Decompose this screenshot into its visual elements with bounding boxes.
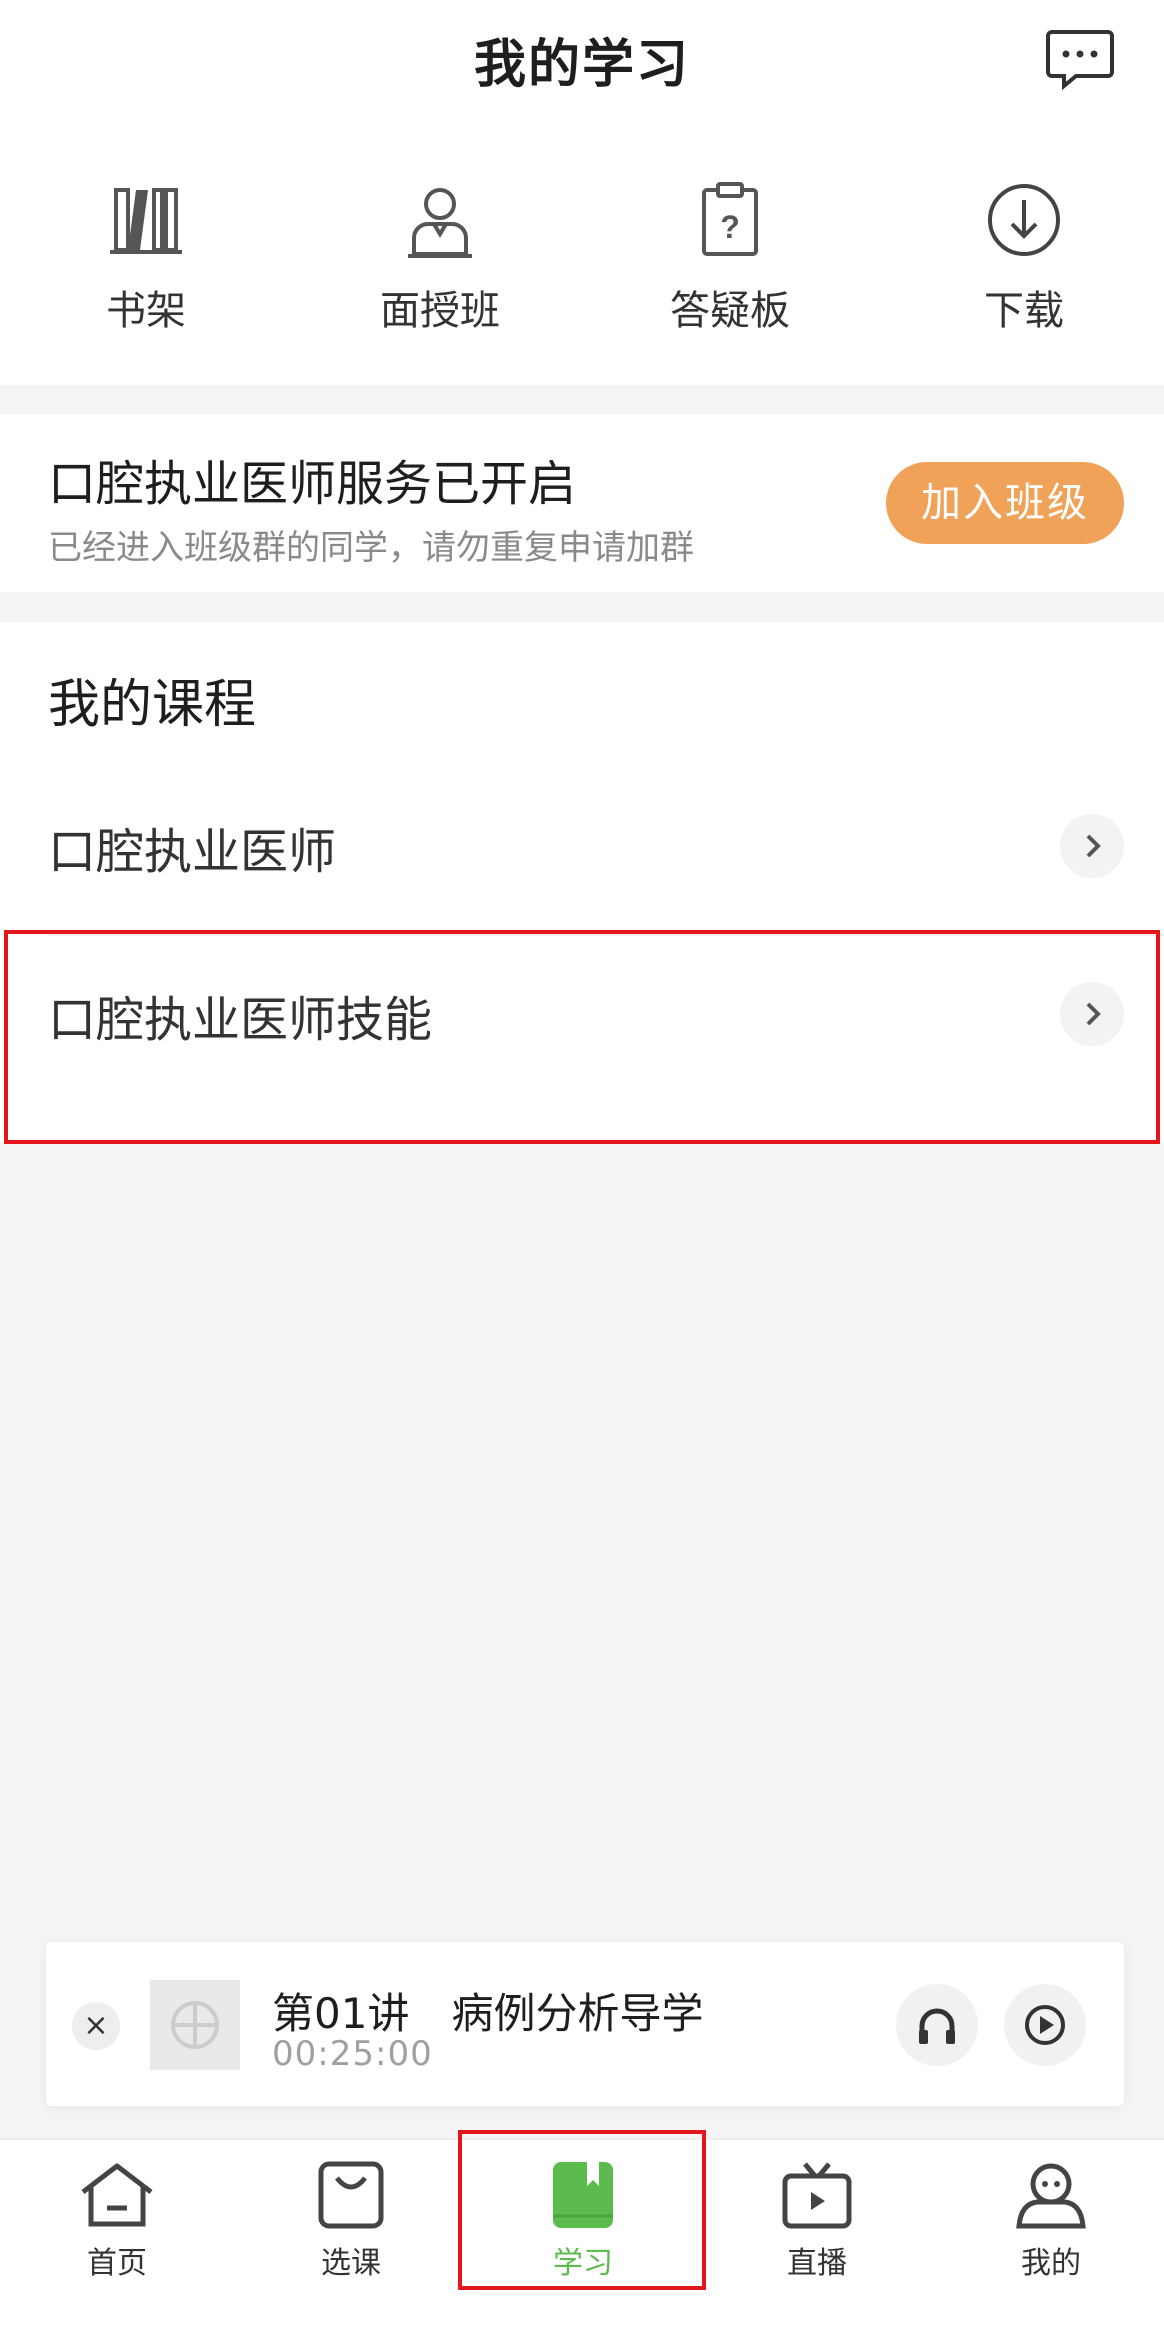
- shortcut-bookshelf[interactable]: 书架: [36, 180, 256, 350]
- course-item[interactable]: 口腔执业医师: [0, 762, 1164, 932]
- tab-home[interactable]: 首页: [42, 2160, 192, 2310]
- tv-icon: [782, 2162, 852, 2229]
- close-icon[interactable]: ×: [72, 2002, 120, 2050]
- shortcut-qa-board[interactable]: ? 答疑板: [620, 180, 840, 350]
- tab-label: 我的: [1021, 2246, 1081, 2281]
- shortcut-label: 答疑板: [670, 288, 790, 334]
- highlight-box-tab: [458, 2130, 706, 2290]
- shortcut-face-class[interactable]: 面授班: [330, 180, 550, 350]
- service-subtitle: 已经进入班级群的同学，请勿重复申请加群: [48, 528, 694, 568]
- tab-courses[interactable]: 选课: [276, 2160, 426, 2310]
- highlight-box-course: [4, 930, 1160, 1144]
- chevron-right-icon: [1060, 814, 1124, 878]
- play-icon[interactable]: [1004, 1984, 1086, 2066]
- page-title: 我的学习: [473, 35, 690, 95]
- service-title: 口腔执业医师服务已开启: [48, 456, 577, 512]
- top-header: 我的学习 书架 面授班 ? 答疑板 下载: [0, 0, 1164, 385]
- headphone-icon[interactable]: [896, 1984, 978, 2066]
- profile-icon: [1016, 2163, 1086, 2229]
- home-icon: [81, 2163, 153, 2227]
- episode-title: 第01讲 病例分析导学: [272, 1989, 704, 2038]
- download-icon: [988, 184, 1060, 256]
- shopping-bag-icon: [318, 2161, 384, 2229]
- tab-label: 首页: [87, 2246, 147, 2281]
- tab-label: 直播: [787, 2246, 847, 2281]
- mini-player: × 第01讲 病例分析导学 00:25:00: [46, 1942, 1124, 2106]
- shortcut-label: 书架: [106, 288, 186, 334]
- courses-title: 我的课程: [48, 675, 257, 735]
- bookshelf-icon: [110, 188, 182, 254]
- episode-thumbnail: [150, 1980, 240, 2070]
- shortcut-label: 下载: [984, 288, 1064, 334]
- shortcut-label: 面授班: [380, 288, 500, 334]
- course-name: 口腔执业医师: [48, 824, 337, 880]
- teacher-icon: [408, 188, 472, 258]
- tab-profile[interactable]: 我的: [976, 2160, 1126, 2310]
- shortcut-download[interactable]: 下载: [914, 180, 1134, 350]
- join-class-button[interactable]: 加入班级: [886, 462, 1124, 544]
- question-board-icon: ?: [702, 182, 758, 256]
- tab-live[interactable]: 直播: [742, 2160, 892, 2310]
- service-banner: 口腔执业医师服务已开启 已经进入班级群的同学，请勿重复申请加群 加入班级: [0, 414, 1164, 592]
- tab-label: 选课: [321, 2246, 381, 2281]
- svg-text:?: ?: [720, 209, 740, 245]
- episode-duration: 00:25:00: [272, 2034, 433, 2074]
- message-icon[interactable]: [1046, 28, 1114, 91]
